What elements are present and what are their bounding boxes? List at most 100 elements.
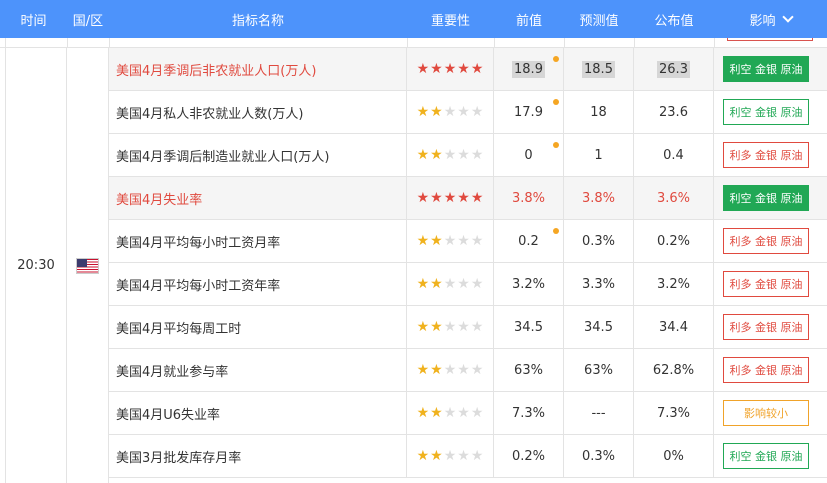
star-icon: ★	[470, 233, 484, 249]
star-icon: ★	[430, 233, 443, 249]
star-icon: ★	[416, 319, 430, 335]
star-icon: ★	[470, 405, 484, 421]
actual-value: 3.2%	[656, 276, 691, 292]
previous-value-cell: 0.2	[494, 220, 564, 262]
table-row[interactable]: 美国4月就业参与率 ★ ★ ★ ★ ★ 63% 63% 62.8% 利多 金银 原油	[109, 349, 827, 392]
star-icon: ★	[470, 147, 484, 163]
previous-value: 34.5	[514, 319, 543, 335]
indicator-name[interactable]: 美国4月平均每小时工资月率	[109, 220, 407, 262]
indicator-name[interactable]: 美国4月季调后制造业就业人口(万人)	[109, 134, 407, 176]
revised-dot-icon	[553, 99, 559, 105]
effect-badge: 利空 金银 原油	[723, 443, 809, 469]
actual-value: 26.3	[657, 60, 690, 78]
effect-badge: 利多 金银 原油	[723, 357, 809, 383]
importance-stars: ★ ★ ★ ★ ★	[407, 435, 494, 477]
indicator-name[interactable]: 美国4月季调后非农就业人口(万人)	[109, 48, 407, 90]
forecast-value-cell: 0.3%	[564, 220, 634, 262]
effect-badge: 利空 金银 原油	[723, 99, 809, 125]
effect-badge: 利多 金银 原油	[723, 314, 809, 340]
effect-cell: 利多 金银 原油	[714, 220, 827, 262]
star-icon: ★	[457, 319, 470, 335]
star-icon: ★	[443, 448, 457, 464]
star-icon: ★	[430, 362, 443, 378]
table-row[interactable]: 美国4月平均每小时工资年率 ★ ★ ★ ★ ★ 3.2% 3.3% 3.2% 利多 金银 原油	[109, 263, 827, 306]
previous-value-cell: 0	[494, 134, 564, 176]
forecast-value-cell: 3.3%	[564, 263, 634, 305]
us-flag-icon	[76, 257, 99, 274]
table-row[interactable]: 美国4月季调后制造业就业人口(万人) ★ ★ ★ ★ ★ 0 1 0.4 利多 金银 原油	[109, 134, 827, 177]
table-row[interactable]: 美国4月季调后非农就业人口(万人) ★ ★ ★ ★ ★ 18.9 18.5 26.3 利空 金银 …	[109, 48, 827, 91]
actual-value: 23.6	[659, 104, 688, 120]
indicator-name[interactable]: 美国4月私人非农就业人数(万人)	[109, 91, 407, 133]
indicator-name[interactable]: 美国3月批发库存月率	[109, 435, 407, 477]
star-icon: ★	[416, 147, 430, 163]
star-icon: ★	[457, 61, 470, 77]
effect-cell: 利多 金银 原油	[714, 134, 827, 176]
previous-value-cell: 34.5	[494, 306, 564, 348]
previous-value-cell: 63%	[494, 349, 564, 391]
star-icon: ★	[457, 448, 470, 464]
revised-dot-icon	[553, 142, 559, 148]
star-icon: ★	[457, 190, 470, 206]
forecast-value-cell: 3.8%	[564, 177, 634, 219]
forecast-value: 63%	[584, 362, 613, 378]
previous-value-cell: 3.2%	[494, 263, 564, 305]
table-row[interactable]: 美国4月平均每周工时 ★ ★ ★ ★ ★ 34.5 34.5 34.4 利多 金银 原油	[109, 306, 827, 349]
actual-value: 0.4	[663, 147, 684, 163]
country-cell	[67, 48, 109, 483]
forecast-value: 18	[590, 104, 607, 120]
table-row[interactable]: 美国4月平均每小时工资月率 ★ ★ ★ ★ ★ 0.2 0.3% 0.2% 利多 金银 原油	[109, 220, 827, 263]
forecast-value-cell: 63%	[564, 349, 634, 391]
star-icon: ★	[443, 61, 457, 77]
effect-filter-dropdown[interactable]: 影响	[714, 0, 827, 38]
revised-dot-icon	[553, 56, 559, 62]
previous-value: 0	[524, 147, 533, 163]
effect-badge: 利多 金银 原油	[723, 142, 809, 168]
effect-badge: 影响较小	[723, 400, 809, 426]
table-row[interactable]: 美国3月批发库存月率 ★ ★ ★ ★ ★ 0.2% 0.3% 0% 利空 金银 原油	[109, 435, 827, 478]
header-time: 时间	[20, 13, 47, 29]
revised-dot-icon	[553, 228, 559, 234]
star-icon: ★	[416, 61, 430, 77]
star-icon: ★	[443, 147, 457, 163]
importance-stars: ★ ★ ★ ★ ★	[407, 220, 494, 262]
importance-stars: ★ ★ ★ ★ ★	[407, 263, 494, 305]
actual-value-cell: 26.3	[634, 48, 714, 90]
header-previous: 前值	[515, 13, 542, 29]
star-icon: ★	[430, 61, 443, 77]
indicator-name[interactable]: 美国4月平均每周工时	[109, 306, 407, 348]
star-icon: ★	[470, 362, 484, 378]
table-row[interactable]: 美国4月私人非农就业人数(万人) ★ ★ ★ ★ ★ 17.9 18 23.6 利空 金银 原油	[109, 91, 827, 134]
indicator-name[interactable]: 美国4月平均每小时工资年率	[109, 263, 407, 305]
effect-cell: 利空 金银 原油	[714, 91, 827, 133]
effect-cell: 利多 金银 原油	[714, 306, 827, 348]
previous-value: 0.2%	[511, 448, 546, 464]
previous-value: 7.3%	[511, 405, 546, 421]
star-icon: ★	[430, 104, 443, 120]
star-icon: ★	[430, 190, 443, 206]
star-icon: ★	[443, 276, 457, 292]
star-icon: ★	[457, 405, 470, 421]
previous-value-cell: 3.8%	[494, 177, 564, 219]
effect-badge: 利多 金银 原油	[723, 271, 809, 297]
previous-value-cell: 17.9	[494, 91, 564, 133]
star-icon: ★	[416, 362, 430, 378]
star-icon: ★	[416, 448, 430, 464]
star-icon: ★	[430, 147, 443, 163]
previous-value: 18.9	[512, 60, 545, 78]
header-indicator-name: 指标名称	[231, 13, 284, 29]
effect-badge: 利空 金银 原油	[723, 56, 809, 82]
table-row[interactable]: 美国4月U6失业率 ★ ★ ★ ★ ★ 7.3% --- 7.3% 影响较小	[109, 392, 827, 435]
previous-value: 3.8%	[511, 190, 546, 206]
indicator-name[interactable]: 美国4月U6失业率	[109, 392, 407, 434]
indicator-name[interactable]: 美国4月就业参与率	[109, 349, 407, 391]
header-actual: 公布值	[654, 13, 694, 29]
star-icon: ★	[457, 104, 470, 120]
star-icon: ★	[430, 319, 443, 335]
actual-value-cell: 0.4	[634, 134, 714, 176]
table-row[interactable]: 美国4月失业率 ★ ★ ★ ★ ★ 3.8% 3.8% 3.6% 利空 金银 原油	[109, 177, 827, 220]
effect-cell: 利空 金银 原油	[714, 48, 827, 90]
star-icon: ★	[443, 405, 457, 421]
indicator-name[interactable]: 美国4月失业率	[109, 177, 407, 219]
previous-value-cell: 7.3%	[494, 392, 564, 434]
